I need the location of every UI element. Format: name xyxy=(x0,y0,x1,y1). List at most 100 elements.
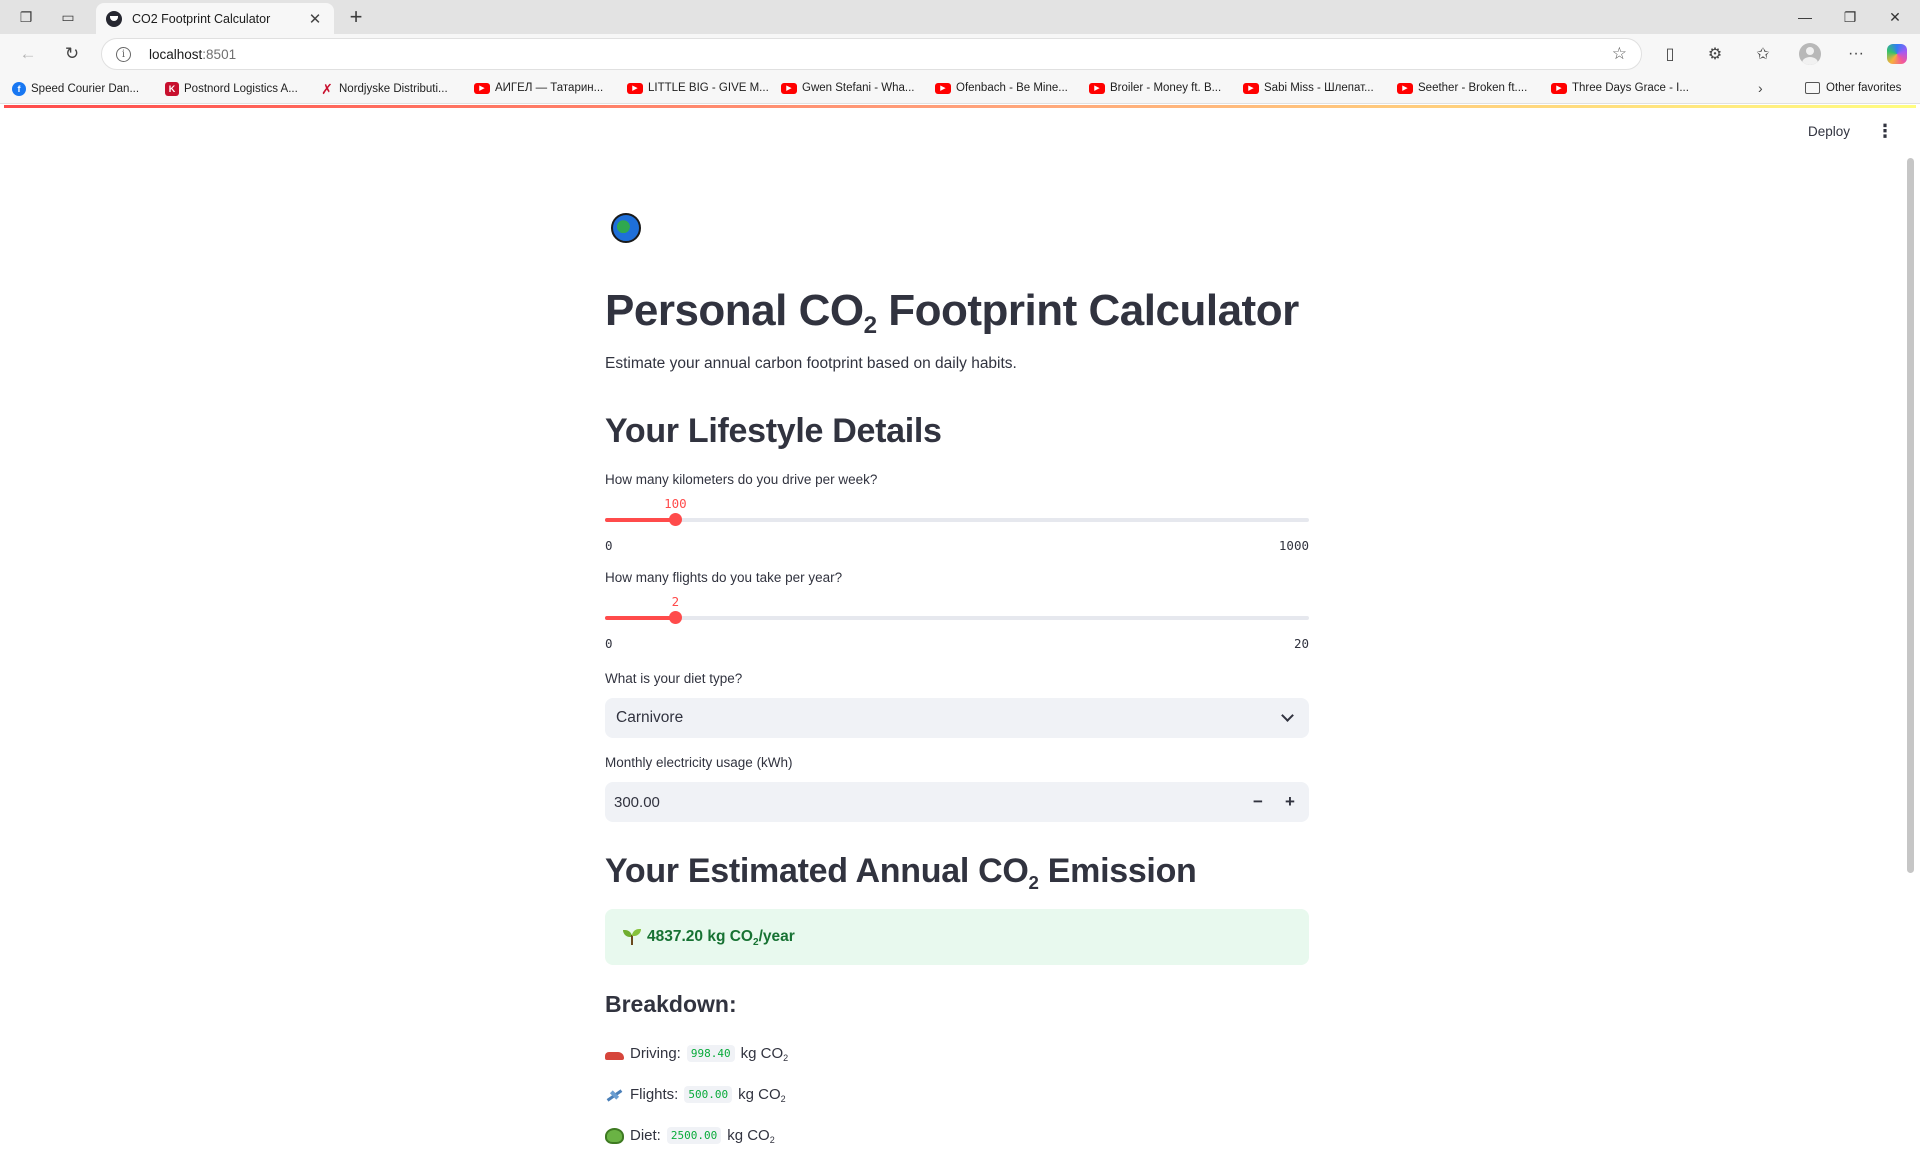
bookmark-item[interactable]: ▶ LITTLE BIG - GIVE M... xyxy=(627,82,769,94)
chevron-down-icon xyxy=(1281,709,1294,722)
bookmark-item[interactable]: ▶ Sabi Miss - Шлепат... xyxy=(1243,82,1374,94)
bookmark-label: Gwen Stefani - Wha... xyxy=(802,82,915,94)
electricity-value[interactable]: 300.00 xyxy=(614,794,660,811)
result-success-box: 4837.20 kg CO2/year xyxy=(605,909,1309,965)
breakdown-value: 998.40 xyxy=(686,1045,735,1062)
close-window-icon[interactable]: ✕ xyxy=(1875,4,1915,30)
breakdown-unit: kg CO2 xyxy=(727,1127,775,1146)
decrement-button[interactable]: − xyxy=(1242,782,1274,822)
close-tab-icon[interactable]: ✕ xyxy=(306,10,324,28)
slider-value: 100 xyxy=(664,496,687,511)
browser-tab-bar: ❐ ▭ CO2 Footprint Calculator ✕ + — ❐ ✕ xyxy=(0,0,1920,34)
diet-select[interactable]: Carnivore xyxy=(605,698,1309,738)
url-port: :8501 xyxy=(202,46,237,62)
youtube-icon: ▶ xyxy=(781,82,797,94)
bookmark-label: Postnord Logistics A... xyxy=(184,83,298,95)
other-favorites-folder[interactable]: Other favorites xyxy=(1805,82,1901,94)
seedling-icon xyxy=(622,928,642,946)
favorite-star-icon[interactable]: ☆ xyxy=(1612,44,1627,64)
youtube-icon: ▶ xyxy=(1089,82,1105,94)
bookmark-label: Seether - Broken ft.... xyxy=(1418,82,1528,94)
minimize-window-icon[interactable]: — xyxy=(1785,4,1825,30)
globe-icon xyxy=(611,213,641,243)
tab-title: CO2 Footprint Calculator xyxy=(132,11,271,26)
favorites-icon[interactable]: ✩ xyxy=(1750,42,1776,66)
youtube-icon: ▶ xyxy=(627,82,643,94)
bookmark-label: Three Days Grace - I... xyxy=(1572,82,1689,94)
breakdown-value: 2500.00 xyxy=(666,1127,722,1144)
slider-fill xyxy=(605,616,676,620)
bookmark-item[interactable]: ▶ Broiler - Money ft. B... xyxy=(1089,82,1221,94)
breakdown-value: 500.00 xyxy=(684,1086,733,1103)
restore-window-icon[interactable]: ❐ xyxy=(1830,4,1870,30)
diet-selected-value: Carnivore xyxy=(616,709,684,726)
page-title: Personal CO2 Footprint Calculator xyxy=(605,286,1299,340)
drive-slider[interactable]: 100 0 1000 xyxy=(605,494,1309,553)
bookmark-item[interactable]: ▶ Gwen Stefani - Wha... xyxy=(781,82,915,94)
url-host: localhost xyxy=(149,46,203,62)
slider-thumb[interactable] xyxy=(669,611,683,624)
back-icon[interactable]: ← xyxy=(14,41,42,67)
youtube-icon: ▶ xyxy=(1397,82,1413,94)
youtube-icon: ▶ xyxy=(474,82,490,94)
bookmark-item[interactable]: ▶ АИГЕЛ — Татарин... xyxy=(474,82,603,94)
airplane-icon xyxy=(605,1087,624,1103)
breakdown-row-driving: Driving: 998.40 kg CO2 xyxy=(605,1045,789,1064)
streamlit-app: Deploy ⋮ Personal CO2 Footprint Calculat… xyxy=(4,105,1916,1155)
other-favorites-label: Other favorites xyxy=(1826,82,1902,94)
copilot-icon[interactable] xyxy=(1884,42,1910,66)
slider-fill xyxy=(605,518,676,522)
youtube-icon: ▶ xyxy=(935,82,951,94)
slider-min-label: 0 xyxy=(605,538,613,553)
salad-icon xyxy=(605,1127,624,1144)
bookmark-item[interactable]: ▶ Ofenbach - Be Mine... xyxy=(935,82,1068,94)
address-bar[interactable]: i localhost:8501 ☆ xyxy=(101,38,1642,70)
profile-icon[interactable] xyxy=(1797,42,1823,66)
bookmark-item[interactable]: ▶ Seether - Broken ft.... xyxy=(1397,82,1527,94)
drive-slider-label: How many kilometers do you drive per wee… xyxy=(605,472,878,487)
breakdown-label: Driving: xyxy=(630,1045,681,1062)
increment-button[interactable]: + xyxy=(1274,782,1306,822)
bookmark-item[interactable]: K Postnord Logistics A... xyxy=(165,82,298,96)
deploy-button[interactable]: Deploy xyxy=(1808,124,1850,139)
bookmarks-bar: f Speed Courier Dan... K Postnord Logistic… xyxy=(0,74,1920,104)
breakdown-row-flights: Flights: 500.00 kg CO2 xyxy=(605,1086,786,1104)
youtube-icon: ▶ xyxy=(1551,82,1567,94)
electricity-number-input[interactable]: 300.00 − + xyxy=(605,782,1309,822)
workspaces-icon[interactable]: ❐ xyxy=(14,5,38,29)
flights-slider-label: How many flights do you take per year? xyxy=(605,570,843,585)
reading-view-icon[interactable]: ▯ xyxy=(1657,42,1683,66)
slider-track[interactable] xyxy=(605,616,1309,620)
bookmark-label: АИГЕЛ — Татарин... xyxy=(495,82,604,94)
bookmark-label: LITTLE BIG - GIVE M... xyxy=(648,82,769,94)
car-icon xyxy=(605,1051,624,1060)
new-tab-icon[interactable]: + xyxy=(344,4,368,29)
streamlit-favicon-icon xyxy=(106,10,122,27)
flights-slider[interactable]: 2 0 20 xyxy=(605,592,1309,651)
slider-thumb[interactable] xyxy=(669,513,683,526)
folder-icon xyxy=(1805,82,1820,94)
breakdown-heading: Breakdown: xyxy=(605,991,737,1017)
bookmark-label: Ofenbach - Be Mine... xyxy=(956,82,1068,94)
slider-track[interactable] xyxy=(605,518,1309,522)
main-menu-icon[interactable]: ⋮ xyxy=(1876,121,1894,142)
browser-tab-active[interactable]: CO2 Footprint Calculator ✕ xyxy=(96,3,334,34)
settings-menu-icon[interactable]: ··· xyxy=(1843,42,1869,66)
nd-icon: ✗ xyxy=(321,80,333,97)
more-bookmarks-chevron-icon[interactable]: › xyxy=(1758,80,1763,96)
diet-select-label: What is your diet type? xyxy=(605,671,743,686)
tab-actions-icon[interactable]: ▭ xyxy=(56,5,80,29)
slider-min-label: 0 xyxy=(605,636,613,651)
bookmark-item[interactable]: f Speed Courier Dan... xyxy=(12,82,139,96)
page-scrollbar[interactable] xyxy=(1907,158,1914,873)
site-info-icon[interactable]: i xyxy=(116,46,131,62)
facebook-icon: f xyxy=(12,82,26,96)
k-icon: K xyxy=(165,82,179,96)
reload-icon[interactable]: ↻ xyxy=(58,41,86,67)
breakdown-unit: kg CO2 xyxy=(740,1045,789,1064)
bookmark-item[interactable]: ✗ Nordjyske Distributi... xyxy=(320,80,448,97)
breakdown-row-diet: Diet: 2500.00 kg CO2 xyxy=(605,1127,775,1146)
bookmark-item[interactable]: ▶ Three Days Grace - I... xyxy=(1551,82,1689,94)
slider-max-label: 20 xyxy=(1293,636,1309,651)
extensions-icon[interactable]: ⚙ xyxy=(1702,42,1728,66)
